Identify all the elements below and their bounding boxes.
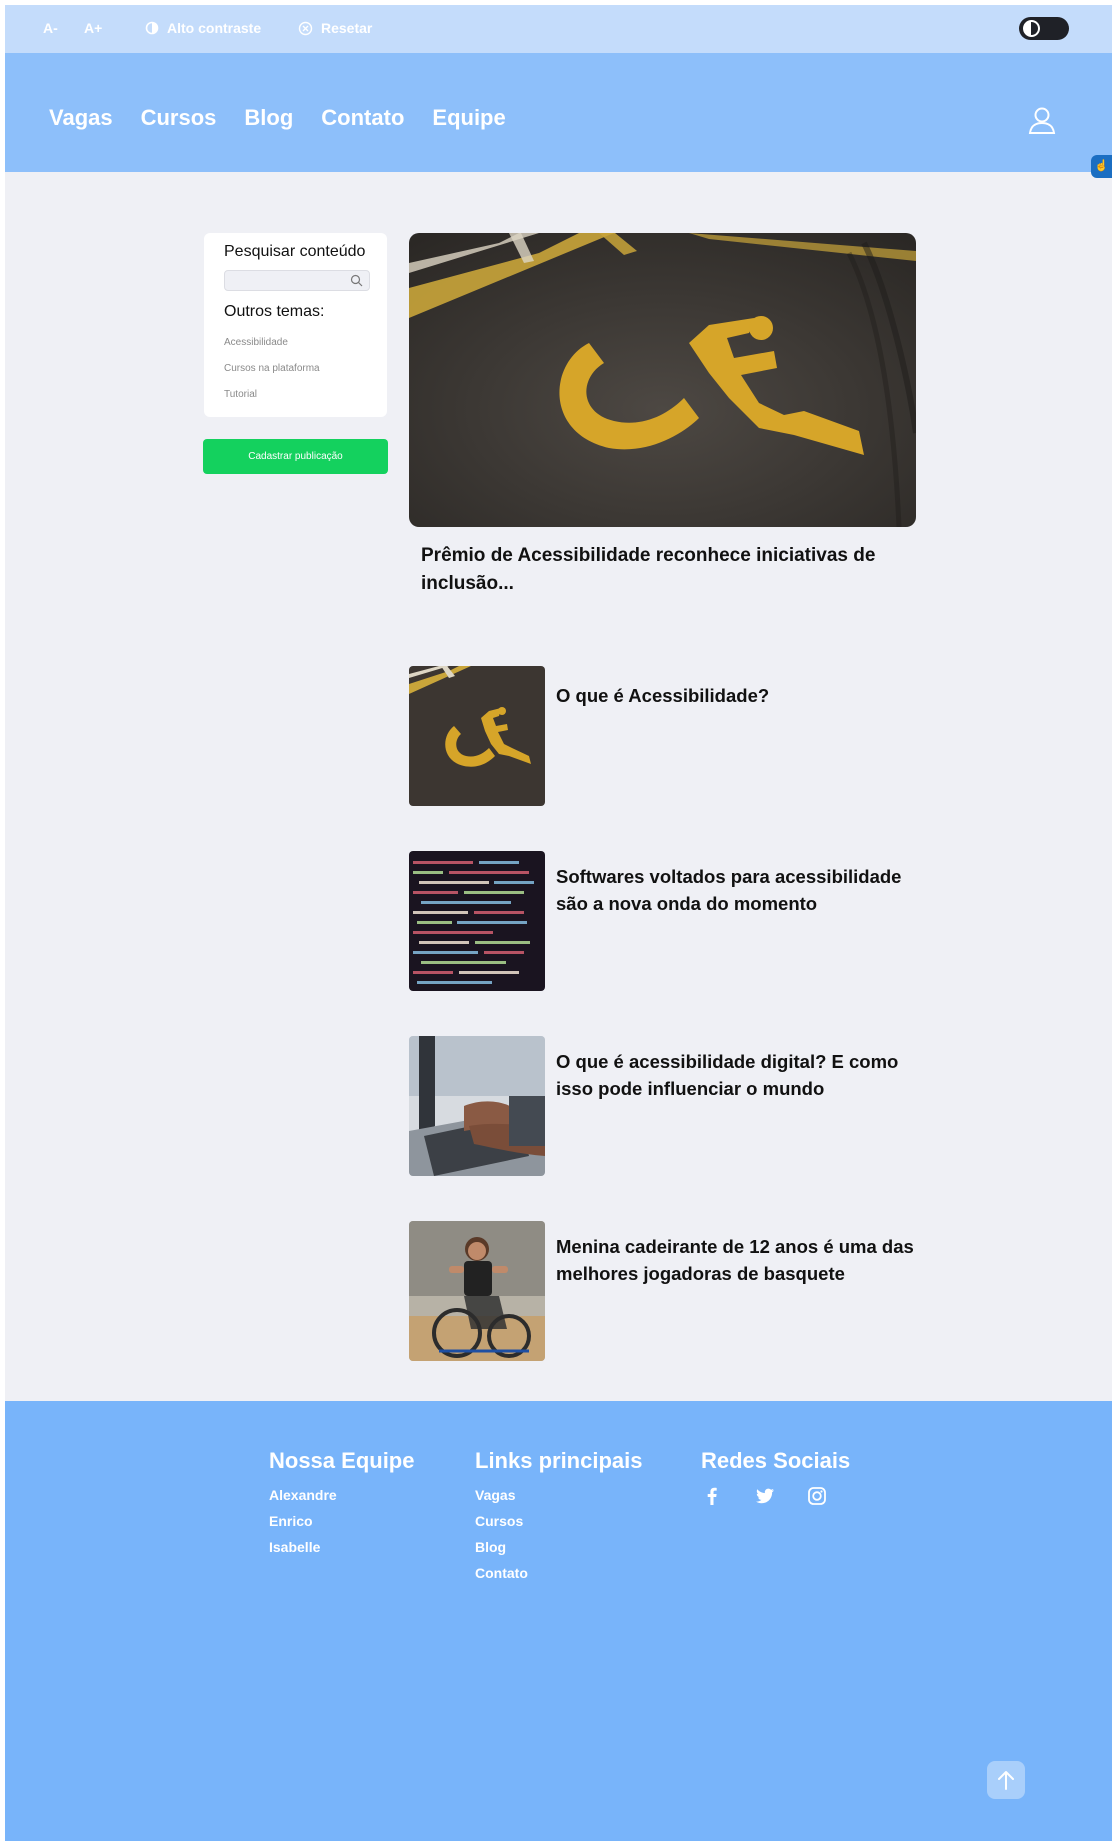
site-header: Vagas Cursos Blog Contato Equipe: [5, 53, 1112, 172]
facebook-icon[interactable]: [701, 1485, 723, 1507]
topics-title: Outros temas:: [224, 303, 325, 320]
back-to-top-button[interactable]: [987, 1761, 1025, 1799]
article-title[interactable]: O que é Acessibilidade?: [556, 682, 926, 709]
footer-link-cursos[interactable]: Cursos: [475, 1513, 523, 1529]
topic-link[interactable]: Cursos na plataforma: [224, 363, 320, 374]
theme-toggle-knob-icon: [1023, 20, 1040, 37]
theme-toggle[interactable]: [1019, 17, 1069, 40]
nav-cursos[interactable]: Cursos: [141, 105, 217, 131]
twitter-icon[interactable]: [754, 1485, 776, 1507]
accessibility-symbol-image: [409, 666, 545, 806]
nav-contato[interactable]: Contato: [321, 105, 404, 131]
high-contrast-button[interactable]: Alto contraste: [145, 20, 261, 36]
article-title[interactable]: Softwares voltados para acessibilidade s…: [556, 863, 926, 917]
contrast-icon: [145, 21, 159, 35]
accessibility-widget-icon[interactable]: ☝: [1091, 155, 1112, 178]
nav-vagas[interactable]: Vagas: [49, 105, 113, 131]
user-icon[interactable]: [1027, 105, 1057, 135]
main-nav: Vagas Cursos Blog Contato Equipe: [49, 105, 506, 131]
sidebar-card: Pesquisar conteúdo Outros temas: Acessib…: [204, 233, 387, 417]
footer-link-contato[interactable]: Contato: [475, 1565, 528, 1581]
laptop-typing-image: [409, 1036, 545, 1176]
links-title: Links principais: [475, 1448, 643, 1473]
team-member-link[interactable]: Enrico: [269, 1513, 313, 1529]
nav-equipe[interactable]: Equipe: [432, 105, 505, 131]
code-screen-image: [409, 851, 545, 991]
publish-button[interactable]: Cadastrar publicação: [203, 439, 388, 474]
footer-link-blog[interactable]: Blog: [475, 1539, 506, 1555]
search-box: [224, 270, 370, 291]
reset-label: Resetar: [321, 20, 373, 36]
site-footer: Nossa Equipe Alexandre Enrico Isabelle L…: [5, 1401, 1112, 1841]
team-member-link[interactable]: Isabelle: [269, 1539, 320, 1555]
high-contrast-label: Alto contraste: [167, 20, 262, 36]
accessibility-bar: A- A+ Alto contraste Resetar: [5, 5, 1112, 53]
nav-blog[interactable]: Blog: [244, 105, 293, 131]
reset-button[interactable]: Resetar: [298, 20, 372, 36]
search-input[interactable]: [225, 271, 345, 291]
arrow-up-icon: [998, 1771, 1014, 1790]
article-thumbnail[interactable]: [409, 851, 545, 991]
article-thumbnail[interactable]: [409, 1221, 545, 1361]
article-title[interactable]: O que é acessibilidade digital? E como i…: [556, 1048, 926, 1102]
featured-title[interactable]: Prêmio de Acessibilidade reconhece inici…: [421, 542, 911, 598]
instagram-icon[interactable]: [806, 1485, 828, 1507]
accessibility-parking-image: [409, 233, 916, 527]
search-icon[interactable]: [350, 274, 363, 287]
team-title: Nossa Equipe: [269, 1448, 415, 1473]
article-thumbnail[interactable]: [409, 666, 545, 806]
footer-link-vagas[interactable]: Vagas: [475, 1487, 515, 1503]
social-title: Redes Sociais: [701, 1448, 851, 1473]
search-title: Pesquisar conteúdo: [224, 243, 366, 260]
team-member-link[interactable]: Alexandre: [269, 1487, 337, 1503]
wheelchair-girl-image: [409, 1221, 545, 1361]
close-circle-icon: [298, 21, 313, 35]
page: A- A+ Alto contraste Resetar Vagas Curso…: [5, 5, 1112, 1841]
article-thumbnail[interactable]: [409, 1036, 545, 1176]
article-title[interactable]: Menina cadeirante de 12 anos é uma das m…: [556, 1233, 926, 1287]
increase-font-button[interactable]: A+: [84, 20, 102, 36]
decrease-font-button[interactable]: A-: [43, 20, 58, 36]
topic-link[interactable]: Acessibilidade: [224, 337, 288, 348]
topic-link[interactable]: Tutorial: [224, 389, 257, 400]
featured-image[interactable]: [409, 233, 916, 527]
